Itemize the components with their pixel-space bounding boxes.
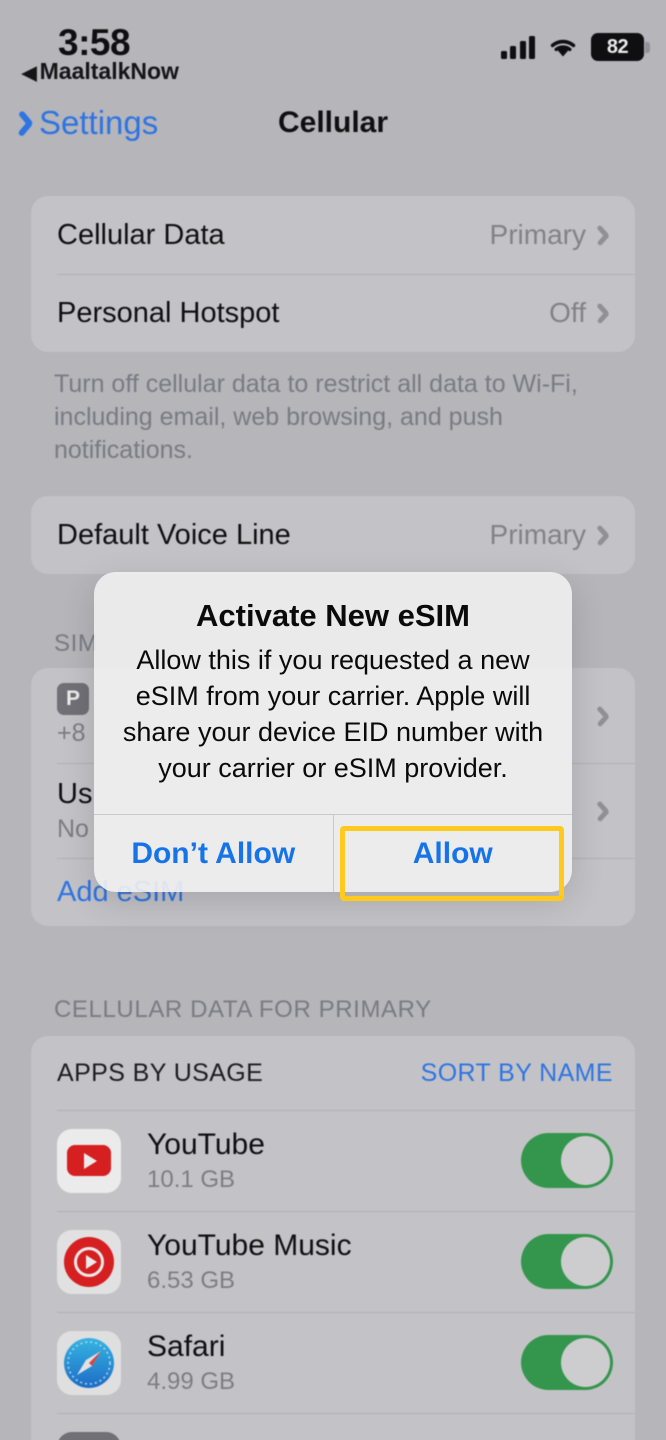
iphone-screen: 3:58 ◀ MaaltalkNow 82 Settings Cellular … [0, 0, 666, 1440]
dont-allow-button[interactable]: Don’t Allow [94, 815, 333, 892]
dialog-title: Activate New eSIM [196, 598, 470, 633]
dialog-message: Allow this if you requested a new eSIM f… [122, 645, 544, 783]
allow-button-highlight-box [340, 826, 564, 901]
dialog-body: Activate New eSIM Allow this if you requ… [94, 572, 572, 814]
